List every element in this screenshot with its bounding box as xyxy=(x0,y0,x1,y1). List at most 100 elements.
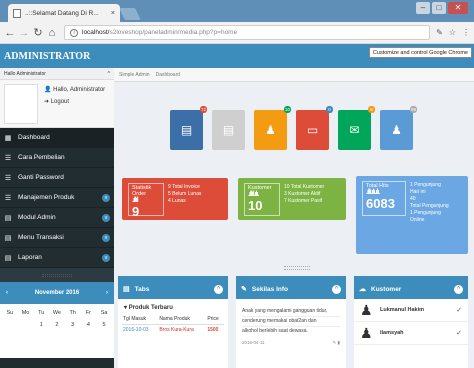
info-line: alkohol berlebih saat dewasa. xyxy=(242,328,308,334)
stat-title: Statistik Order xyxy=(132,185,152,197)
calendar-header: ‹ November 2016 › xyxy=(0,282,114,304)
dashboard-icon: ▦ xyxy=(4,134,12,142)
maximize-button[interactable]: □ xyxy=(432,2,446,14)
main-content: Simple Admin Dashboard ▤ 72 ▤ ♟ 10 ▭ 0 ✉… xyxy=(114,68,474,368)
stat-number: 10 xyxy=(248,198,263,213)
tile-badge: 99 xyxy=(409,106,417,113)
stat-detail: Total Pengunjung xyxy=(410,203,449,209)
check-icon[interactable]: ✓ xyxy=(456,329,462,337)
box-title: Kustomer xyxy=(371,285,402,293)
home-icon[interactable]: ⌂ xyxy=(46,27,58,39)
edit-icon[interactable]: ✎ ▮ xyxy=(333,340,341,346)
collapse-icon[interactable]: ^ xyxy=(454,284,463,294)
forward-icon[interactable]: → xyxy=(18,27,30,39)
chevron-down-icon[interactable]: v xyxy=(102,193,110,202)
weekday: We xyxy=(52,310,62,316)
info-icon[interactable]: i xyxy=(70,28,78,37)
sidebar-item-manajemen-produk[interactable]: ☰ Manajemen Produk v xyxy=(0,188,114,208)
tab-close-icon[interactable]: × xyxy=(111,10,115,17)
box-title: Tabs xyxy=(134,285,150,293)
stat-detail: 3 Kustomer Aktif xyxy=(284,191,321,197)
caret-up-icon[interactable]: ^ xyxy=(108,71,110,77)
sidebar-item-ganti-password[interactable]: ☰ Ganti Password xyxy=(0,168,114,188)
tile-messages[interactable]: ✉ 6 xyxy=(338,106,375,150)
doc-icon: ▤ xyxy=(4,234,12,242)
stat-details: 1 Pengunjung Hari ini 40 Total Pengunjun… xyxy=(410,182,449,224)
box-title: Sekilas Info xyxy=(251,285,288,293)
reload-icon[interactable]: ↻ xyxy=(32,27,44,39)
chevron-down-icon[interactable]: v xyxy=(102,233,110,242)
cell-name[interactable]: Bros Kura-Kura xyxy=(158,325,206,336)
sidebar-item-label: Ganti Password xyxy=(18,174,64,181)
table-row: 2016-10-03 Bros Kura-Kura 1500 xyxy=(122,325,224,336)
tile-comments[interactable]: ▭ 0 xyxy=(296,106,333,150)
calendar-day[interactable]: 3 xyxy=(66,322,80,328)
breadcrumb-item[interactable]: Simple Admin xyxy=(119,72,150,78)
browser-tab[interactable]: ..::Selamat Datang Di R... × xyxy=(8,4,120,22)
calendar-day[interactable]: 4 xyxy=(81,322,95,328)
sidebar-item-menu-transaksi[interactable]: ▤ Menu Transaksi v xyxy=(0,228,114,248)
calendar-body: Su Mo Tu We Th Fr Sa 1 2 3 4 5 xyxy=(0,304,114,358)
collapse-icon[interactable]: ^ xyxy=(332,284,341,294)
sidebar-item-modul-admin[interactable]: ▤ Modul Admin v xyxy=(0,208,114,228)
sidebar: Hallo Administrator ^ 👤 Hallo, Administr… xyxy=(0,68,114,368)
list-item[interactable]: ♟ Lukmanul Hakim ✓ xyxy=(354,299,468,322)
user-icon: 👤 xyxy=(44,87,52,93)
stat-detail: Hari ini xyxy=(410,189,426,195)
column-header: Price xyxy=(206,314,224,325)
stat-hits-box[interactable]: Total Hits .ıllı.ılı.ılı. 6083 1 Pengunj… xyxy=(356,176,468,254)
archive-icon: ▤ xyxy=(180,123,193,137)
list-item[interactable]: ♟ ilamsyah ✓ xyxy=(354,322,468,345)
list-icon: ☰ xyxy=(4,174,12,182)
translate-icon[interactable]: ✎ xyxy=(436,28,443,37)
url-path: s2loveshop/paneladmin/media.php?p=home xyxy=(109,29,238,36)
calendar-day[interactable]: 2 xyxy=(50,322,64,328)
tabs-box-header: ▤ Tabs ^ xyxy=(118,279,228,299)
calendar-prev-button[interactable]: ‹ xyxy=(6,290,8,296)
table-header: Tgl Masuk Nama Produk Price xyxy=(122,314,224,325)
url-host: localhost/ xyxy=(82,29,110,36)
weekday: Su xyxy=(6,310,14,316)
section-title: Produk Terbaru xyxy=(128,305,173,311)
weekday: Sa xyxy=(100,310,108,316)
sidebar-item-label: Cara Pembelian xyxy=(18,154,65,161)
sidebar-item-label: Dashboard xyxy=(18,134,50,141)
stat-kustomer-box[interactable]: Kustomer .ıllıl.ılı. 10 10 Total Kustome… xyxy=(238,178,346,220)
tile-users[interactable]: ♟ 10 xyxy=(254,106,291,150)
user-icon: ♟ xyxy=(391,123,402,137)
document-icon: ▤ xyxy=(222,123,235,137)
drag-handle[interactable] xyxy=(0,268,114,282)
back-icon[interactable]: ← xyxy=(4,27,16,39)
new-tab-button[interactable] xyxy=(119,8,141,20)
weekday: Tu xyxy=(38,310,45,316)
tile-admins[interactable]: ♟ 99 xyxy=(380,106,417,150)
drag-handle[interactable] xyxy=(284,266,310,270)
menu-icon[interactable]: ⋮ xyxy=(462,28,470,37)
info-line: cenderung memakai obat2an dan xyxy=(242,317,340,327)
stat-detail: Online xyxy=(410,217,425,223)
section-toggle[interactable]: ▾ Produk Terbaru xyxy=(118,299,228,314)
check-icon[interactable]: ✓ xyxy=(456,306,462,314)
tile-orders[interactable]: ▤ 72 xyxy=(170,106,207,150)
stat-order-box[interactable]: Statistik Order .ıllıl 9 9 Total Invoice… xyxy=(122,178,228,220)
chevron-down-icon[interactable]: v xyxy=(102,213,110,222)
breadcrumb-item[interactable]: Dashboard xyxy=(156,72,180,78)
tile-pages[interactable]: ▤ xyxy=(212,110,245,150)
logout-link[interactable]: ➜ Logout xyxy=(44,98,69,105)
sidebar-item-dashboard[interactable]: ▦ Dashboard xyxy=(0,128,114,148)
brand-logo[interactable]: ADMINISTRATOR xyxy=(4,51,90,62)
drag-dots-icon xyxy=(42,273,72,277)
chevron-down-icon[interactable]: v xyxy=(102,253,110,262)
calendar-day[interactable]: 1 xyxy=(34,322,48,328)
sidebar-item-laporan[interactable]: ▤ Laporan v xyxy=(0,248,114,268)
user-bar[interactable]: Hallo Administrator ^ xyxy=(0,68,114,80)
address-bar[interactable]: i localhost/ s2loveshop/paneladmin/media… xyxy=(64,25,431,40)
close-window-button[interactable]: ✕ xyxy=(448,2,468,14)
calendar-day[interactable]: 5 xyxy=(97,322,111,328)
calendar-next-button[interactable]: › xyxy=(106,290,108,296)
bookmark-star-icon[interactable]: ☆ xyxy=(449,28,456,37)
sidebar-item-cara-pembelian[interactable]: ☰ Cara Pembelian xyxy=(0,148,114,168)
minimize-button[interactable]: – xyxy=(416,2,430,14)
column-header: Tgl Masuk xyxy=(122,314,159,325)
collapse-icon[interactable]: ^ xyxy=(214,284,223,294)
